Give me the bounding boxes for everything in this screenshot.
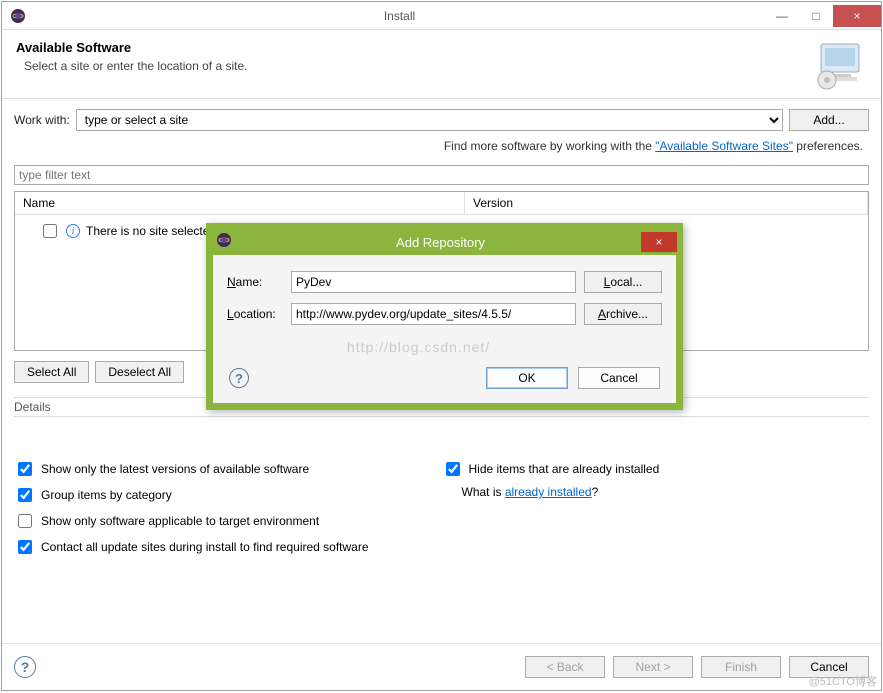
check-latest-versions[interactable]: Show only the latest versions of availab… <box>14 459 442 479</box>
local-button[interactable]: Local... <box>584 271 662 293</box>
minimize-button[interactable]: — <box>765 5 799 27</box>
modal-titlebar: Add Repository × <box>212 229 677 255</box>
row-checkbox[interactable] <box>43 224 57 238</box>
back-button[interactable]: < Back <box>525 656 605 678</box>
options-area: Show only the latest versions of availab… <box>14 451 869 565</box>
finish-button[interactable]: Finish <box>701 656 781 678</box>
no-site-text: There is no site selected. <box>86 224 219 238</box>
window-controls: — □ × <box>765 5 881 27</box>
name-input[interactable] <box>291 271 576 293</box>
maximize-button[interactable]: □ <box>799 5 833 27</box>
hint-text: Find more software by working with the "… <box>14 137 869 159</box>
work-with-label: Work with: <box>14 113 70 127</box>
check-group-category[interactable]: Group items by category <box>14 485 442 505</box>
location-label: Location: <box>227 307 283 321</box>
watermark-text: http://blog.csdn.net/ <box>227 335 662 363</box>
table-header: Name Version <box>15 192 868 215</box>
page-subtitle: Select a site or enter the location of a… <box>16 59 807 73</box>
wizard-header: Available Software Select a site or ente… <box>2 30 881 99</box>
deselect-all-button[interactable]: Deselect All <box>95 361 184 383</box>
modal-cancel-button[interactable]: Cancel <box>578 367 660 389</box>
select-all-button[interactable]: Select All <box>14 361 89 383</box>
check-applicable[interactable]: Show only software applicable to target … <box>14 511 442 531</box>
close-button[interactable]: × <box>833 5 881 27</box>
help-icon[interactable]: ? <box>14 656 36 678</box>
modal-close-button[interactable]: × <box>641 232 677 252</box>
modal-footer: ? OK Cancel <box>227 363 662 393</box>
available-sites-link[interactable]: "Available Software Sites" <box>655 139 793 153</box>
check-contact-sites[interactable]: Contact all update sites during install … <box>14 537 442 557</box>
already-installed-hint: What is already installed? <box>442 485 870 499</box>
corner-watermark: @51CTO博客 <box>809 673 877 689</box>
add-button[interactable]: Add... <box>789 109 869 131</box>
titlebar: Install — □ × <box>2 2 881 30</box>
ok-button[interactable]: OK <box>486 367 568 389</box>
already-installed-link[interactable]: already installed <box>505 485 592 499</box>
eclipse-icon <box>8 6 28 26</box>
location-input[interactable] <box>291 303 576 325</box>
check-hide-installed[interactable]: Hide items that are already installed <box>442 459 870 479</box>
column-version[interactable]: Version <box>465 192 868 214</box>
work-with-row: Work with: type or select a site Add... <box>14 109 869 131</box>
filter-input[interactable] <box>14 165 869 185</box>
info-icon: i <box>66 224 80 238</box>
work-with-select[interactable]: type or select a site <box>76 109 783 131</box>
details-content <box>14 417 869 445</box>
modal-title: Add Repository <box>240 235 641 250</box>
next-button[interactable]: Next > <box>613 656 693 678</box>
help-icon[interactable]: ? <box>229 368 249 388</box>
archive-button[interactable]: Archive... <box>584 303 662 325</box>
eclipse-icon <box>216 232 236 252</box>
modal-body: Name: Local... Location: Archive... http… <box>213 255 676 403</box>
wizard-footer: ? < Back Next > Finish Cancel <box>2 643 881 690</box>
page-title: Available Software <box>16 40 807 55</box>
name-label: Name: <box>227 275 283 289</box>
install-wizard-icon <box>807 40 867 90</box>
window-title: Install <box>34 9 765 23</box>
add-repository-dialog: Add Repository × Name: Local... Location… <box>206 223 683 410</box>
column-name[interactable]: Name <box>15 192 465 214</box>
